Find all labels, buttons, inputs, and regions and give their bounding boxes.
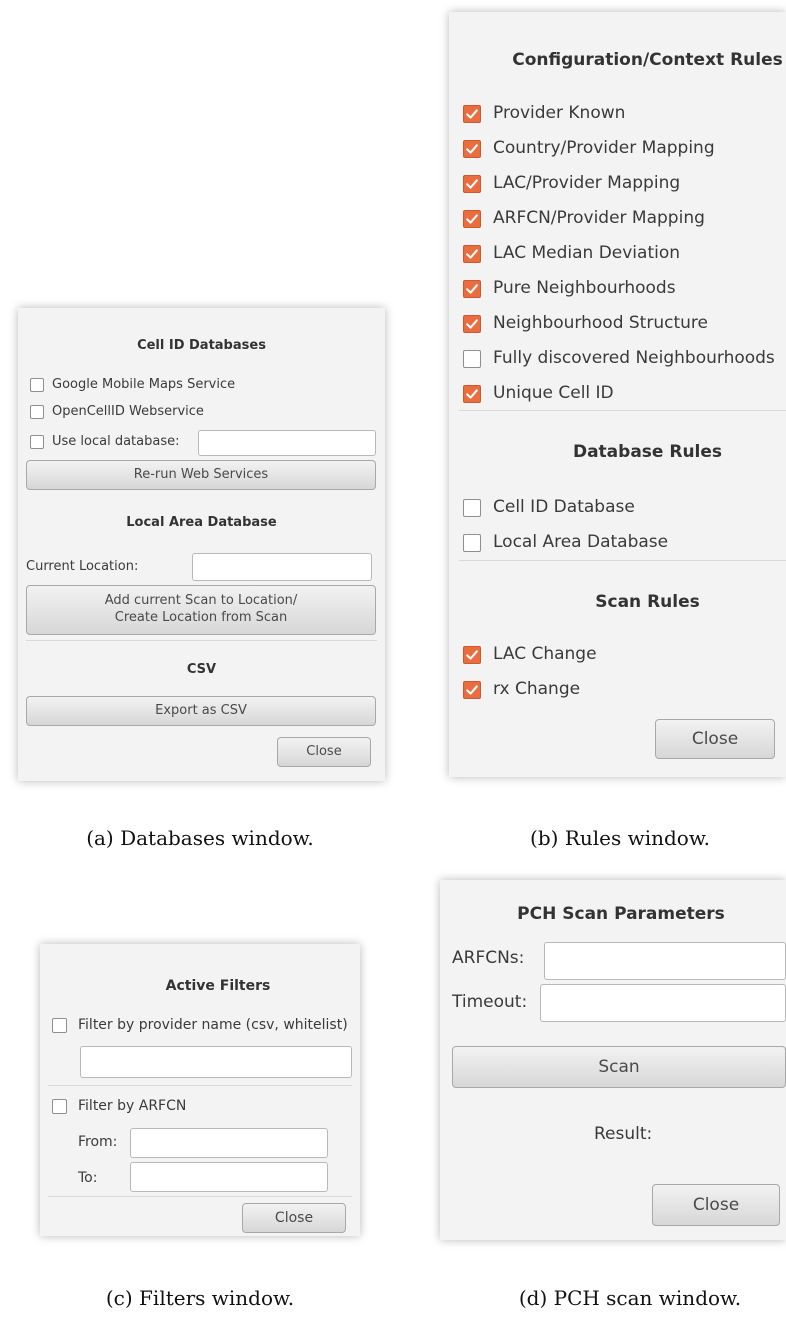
checkmark-icon bbox=[466, 389, 478, 399]
scan-rules-title: Scan Rules bbox=[595, 592, 700, 612]
close-button[interactable]: Close bbox=[652, 1184, 780, 1226]
checkmark-icon bbox=[466, 685, 478, 695]
close-button-label: Close bbox=[274, 1209, 314, 1226]
close-button[interactable]: Close bbox=[242, 1203, 346, 1233]
checkmark-icon bbox=[466, 249, 478, 259]
current-location-input[interactable] bbox=[192, 553, 372, 581]
rule-label: Pure Neighbourhoods bbox=[493, 278, 676, 298]
local-area-database-title: Local Area Database bbox=[126, 515, 277, 530]
rule-label: Unique Cell ID bbox=[493, 383, 614, 403]
caption-filters: (c) Filters window. bbox=[105, 1286, 295, 1310]
rule-checkbox[interactable] bbox=[463, 534, 481, 552]
arfcn-filter-label: Filter by ARFCN bbox=[78, 1098, 187, 1114]
rule-checkbox[interactable] bbox=[463, 385, 481, 403]
caption-databases: (a) Databases window. bbox=[86, 826, 314, 850]
rule-checkbox[interactable] bbox=[463, 105, 481, 123]
divider bbox=[48, 1196, 352, 1197]
rule-label: Country/Provider Mapping bbox=[493, 138, 715, 158]
to-label: To: bbox=[78, 1170, 98, 1186]
add-scan-to-location-button[interactable]: Add current Scan to Location/ Create Loc… bbox=[26, 585, 376, 635]
rule-label: LAC Median Deviation bbox=[493, 243, 681, 263]
rule-label: Cell ID Database bbox=[493, 497, 635, 517]
databases-window: Cell ID Databases Google Mobile Maps Ser… bbox=[18, 308, 385, 781]
rule-checkbox[interactable] bbox=[463, 499, 481, 517]
provider-filter-checkbox[interactable] bbox=[52, 1018, 67, 1033]
arfcns-input[interactable] bbox=[544, 942, 786, 980]
timeout-input[interactable] bbox=[540, 984, 786, 1022]
caption-rules: (b) Rules window. bbox=[530, 826, 710, 850]
scan-button-label: Scan bbox=[598, 1056, 640, 1077]
rule-checkbox[interactable] bbox=[463, 315, 481, 333]
scan-button[interactable]: Scan bbox=[452, 1046, 786, 1088]
divider bbox=[459, 410, 786, 411]
current-location-label: Current Location: bbox=[26, 559, 139, 574]
export-csv-label: Export as CSV bbox=[155, 702, 247, 718]
checkmark-icon bbox=[466, 214, 478, 224]
result-label: Result: bbox=[594, 1124, 653, 1144]
divider bbox=[48, 1085, 352, 1086]
rule-label: Fully discovered Neighbourhoods bbox=[493, 348, 775, 368]
rule-checkbox[interactable] bbox=[463, 245, 481, 263]
pch-scan-title: PCH Scan Parameters bbox=[517, 904, 725, 924]
close-button[interactable]: Close bbox=[277, 737, 371, 767]
close-button-label: Close bbox=[306, 743, 342, 759]
google-maps-checkbox[interactable] bbox=[30, 378, 44, 392]
rule-checkbox[interactable] bbox=[463, 175, 481, 193]
add-scan-line2: Create Location from Scan bbox=[114, 610, 288, 625]
close-button-label: Close bbox=[692, 1194, 740, 1215]
rerun-button-label: Re-run Web Services bbox=[133, 466, 269, 482]
rule-label: ARFCN/Provider Mapping bbox=[493, 208, 705, 228]
timeout-label: Timeout: bbox=[452, 992, 528, 1012]
cell-id-databases-title: Cell ID Databases bbox=[137, 338, 266, 353]
from-label: From: bbox=[78, 1134, 118, 1150]
checkmark-icon bbox=[466, 650, 478, 660]
checkmark-icon bbox=[466, 284, 478, 294]
rule-checkbox[interactable] bbox=[463, 280, 481, 298]
google-maps-label: Google Mobile Maps Service bbox=[52, 377, 236, 392]
arfcn-filter-checkbox[interactable] bbox=[52, 1099, 67, 1114]
to-input[interactable] bbox=[130, 1162, 328, 1192]
rules-window: Configuration/Context Rules Provider Kno… bbox=[449, 12, 786, 777]
divider bbox=[459, 560, 786, 561]
use-local-db-checkbox[interactable] bbox=[30, 435, 44, 449]
provider-filter-input[interactable] bbox=[80, 1046, 352, 1078]
close-button-label: Close bbox=[691, 728, 739, 749]
arfcns-label: ARFCNs: bbox=[452, 948, 525, 968]
rule-label: rx Change bbox=[493, 679, 581, 699]
csv-title: CSV bbox=[186, 662, 217, 677]
checkmark-icon bbox=[466, 109, 478, 119]
rule-checkbox[interactable] bbox=[463, 646, 481, 664]
close-button[interactable]: Close bbox=[655, 719, 775, 759]
rule-label: LAC Change bbox=[493, 644, 597, 664]
rerun-web-services-button[interactable]: Re-run Web Services bbox=[26, 460, 376, 490]
active-filters-title: Active Filters bbox=[165, 978, 271, 994]
opencellid-checkbox[interactable] bbox=[30, 405, 44, 419]
rule-checkbox[interactable] bbox=[463, 210, 481, 228]
export-csv-button[interactable]: Export as CSV bbox=[26, 696, 376, 726]
checkmark-icon bbox=[466, 319, 478, 329]
checkmark-icon bbox=[466, 144, 478, 154]
local-db-input[interactable] bbox=[198, 430, 376, 456]
pch-scan-window: PCH Scan Parameters ARFCNs: Timeout: Sca… bbox=[440, 880, 786, 1240]
use-local-db-label: Use local database: bbox=[52, 434, 180, 449]
caption-pch-scan: (d) PCH scan window. bbox=[518, 1286, 742, 1310]
from-input[interactable] bbox=[130, 1128, 328, 1158]
opencellid-label: OpenCellID Webservice bbox=[52, 404, 204, 419]
rule-label: Local Area Database bbox=[493, 532, 669, 552]
provider-filter-label: Filter by provider name (csv, whitelist) bbox=[78, 1017, 348, 1033]
rule-label: LAC/Provider Mapping bbox=[493, 173, 681, 193]
filters-window: Active Filters Filter by provider name (… bbox=[40, 944, 360, 1236]
database-rules-title: Database Rules bbox=[572, 442, 723, 462]
rule-checkbox[interactable] bbox=[463, 681, 481, 699]
add-scan-line1: Add current Scan to Location/ bbox=[104, 593, 298, 609]
rule-label: Provider Known bbox=[493, 103, 626, 123]
config-rules-title: Configuration/Context Rules bbox=[512, 50, 783, 70]
rule-label: Neighbourhood Structure bbox=[493, 313, 708, 333]
divider bbox=[26, 640, 377, 641]
rule-checkbox[interactable] bbox=[463, 140, 481, 158]
rule-checkbox[interactable] bbox=[463, 350, 481, 368]
checkmark-icon bbox=[466, 179, 478, 189]
